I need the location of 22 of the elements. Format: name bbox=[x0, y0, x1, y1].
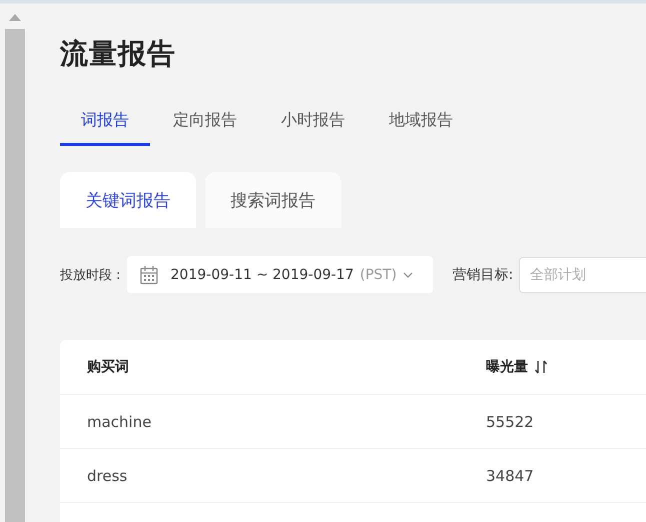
table-cell: 34847 bbox=[486, 466, 534, 484]
date-range-picker[interactable]: 2019-09-11 ~ 2019-09-17 (PST) bbox=[126, 256, 433, 293]
sort-icon[interactable] bbox=[534, 359, 548, 375]
scrollbar-thumb[interactable] bbox=[5, 29, 25, 522]
report-tab[interactable]: 地域报告 bbox=[368, 104, 474, 146]
report-tab[interactable]: 词报告 bbox=[60, 104, 150, 146]
period-label: 投放时段 : bbox=[60, 266, 121, 284]
table-cell: machine bbox=[87, 412, 152, 430]
column-header: 购买词 bbox=[87, 358, 129, 376]
chevron-down-icon bbox=[402, 272, 413, 278]
page-title: 流量报告 bbox=[60, 36, 177, 72]
calendar-icon bbox=[138, 264, 159, 284]
report-subtab[interactable]: 关键词报告 bbox=[60, 172, 196, 228]
goal-select[interactable]: 全部计划 bbox=[519, 256, 646, 292]
report-subtab[interactable]: 搜索词报告 bbox=[205, 172, 341, 228]
scroll-up-icon[interactable] bbox=[9, 14, 21, 21]
report-tab[interactable]: 定向报告 bbox=[152, 104, 258, 146]
report-tab[interactable]: 小时报告 bbox=[260, 104, 366, 146]
table-cell: 55522 bbox=[486, 412, 534, 430]
table-cell: dress bbox=[87, 466, 128, 484]
goal-label: 营销目标: bbox=[452, 266, 514, 284]
column-header: 曝光量 bbox=[486, 358, 528, 376]
